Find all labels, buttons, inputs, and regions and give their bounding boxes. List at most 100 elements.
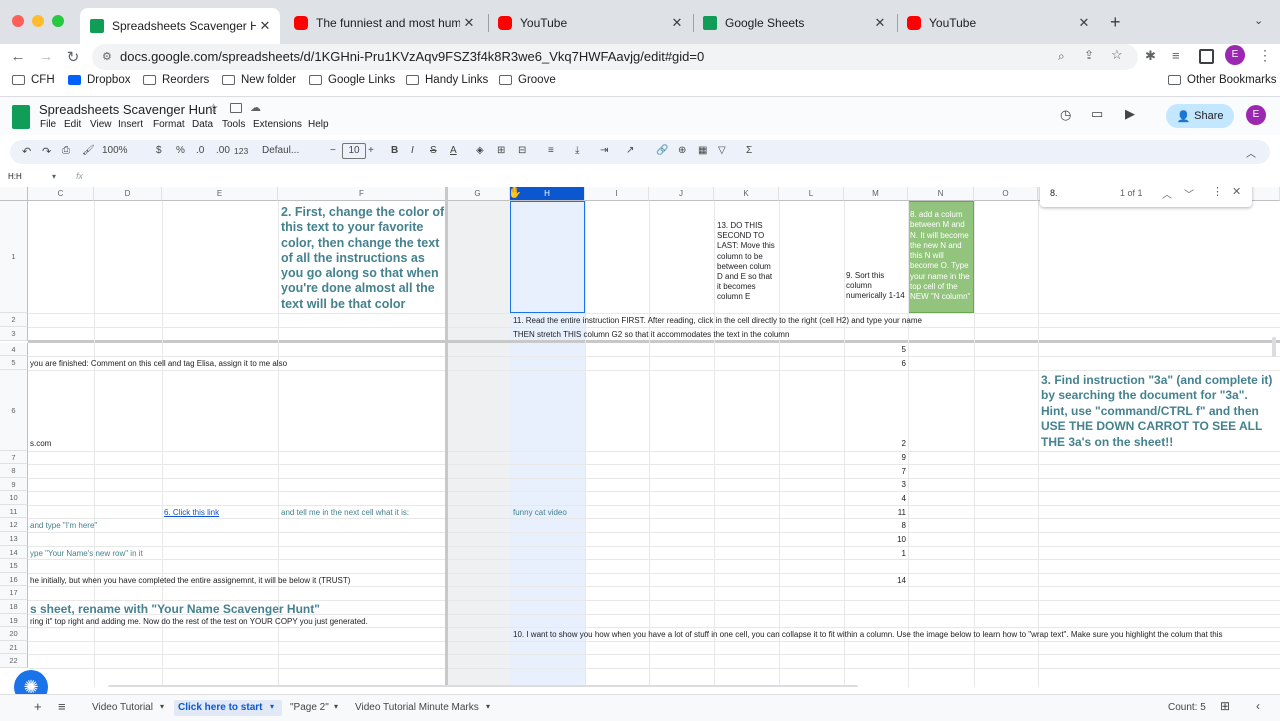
- cell-m5[interactable]: 6: [846, 359, 906, 368]
- align-vertical-icon[interactable]: ⤓: [575, 145, 579, 156]
- sheet-tab-click-here[interactable]: Click here to start: [174, 700, 283, 716]
- chevron-down-icon[interactable]: ▾: [486, 702, 490, 711]
- bookmark-handy-links[interactable]: Handy Links: [406, 74, 488, 86]
- cell-c6[interactable]: s.com: [30, 439, 51, 448]
- row-header-12[interactable]: 12: [0, 518, 28, 532]
- chevron-down-icon[interactable]: ▾: [270, 702, 274, 711]
- column-header-m[interactable]: M: [844, 187, 908, 201]
- row-header-21[interactable]: 21: [0, 641, 28, 654]
- profile-avatar[interactable]: E: [1225, 45, 1245, 65]
- site-info-icon[interactable]: ⚙: [102, 50, 112, 63]
- cell-m13[interactable]: 10: [846, 535, 906, 544]
- row-header-10[interactable]: 10: [0, 491, 28, 505]
- close-tab-icon[interactable]: ✕: [668, 15, 686, 31]
- vertical-scrollbar[interactable]: [1272, 337, 1276, 357]
- close-window-button[interactable]: [12, 15, 24, 27]
- menu-extensions[interactable]: Extensions: [253, 119, 302, 130]
- row-header-16[interactable]: 16: [0, 573, 28, 586]
- column-header-n[interactable]: N: [908, 187, 974, 201]
- cell-o6[interactable]: 3. Find instruction "3a" (and complete i…: [1041, 373, 1277, 450]
- url-text[interactable]: docs.google.com/spreadsheets/d/1KGHni-Pr…: [120, 49, 704, 64]
- bold-button[interactable]: B: [391, 145, 398, 156]
- merge-cells-icon[interactable]: ⊟: [518, 145, 526, 156]
- row-header-6[interactable]: 6: [0, 370, 28, 451]
- close-tab-icon[interactable]: ✕: [460, 15, 478, 31]
- decrease-decimal-button[interactable]: .0: [196, 145, 204, 156]
- cell-m7[interactable]: 9: [846, 453, 906, 462]
- name-box[interactable]: H:H: [8, 172, 22, 181]
- reload-icon[interactable]: ↻: [63, 48, 83, 66]
- text-rotation-icon[interactable]: ↗: [626, 145, 634, 156]
- column-header-i[interactable]: I: [585, 187, 649, 201]
- explore-panel-icon[interactable]: ⊞: [1220, 699, 1230, 713]
- meet-icon[interactable]: ▶: [1125, 106, 1135, 122]
- side-panel-icon[interactable]: [1199, 49, 1214, 64]
- row-header-15[interactable]: 15: [0, 559, 28, 573]
- cell-c19[interactable]: ring it" top right and adding me. Now do…: [30, 617, 368, 626]
- column-header-j[interactable]: J: [649, 187, 714, 201]
- cell-h3[interactable]: THEN stretch THIS column G2 so that it a…: [513, 330, 789, 339]
- more-options-icon[interactable]: ⋮: [1212, 187, 1223, 198]
- cell-m9[interactable]: 3: [846, 480, 906, 489]
- cell-m10[interactable]: 4: [846, 494, 906, 503]
- cell-n1[interactable]: 8. add a colum between M and N. It will …: [910, 210, 972, 311]
- zoom-window-button[interactable]: [52, 15, 64, 27]
- column-header-l[interactable]: L: [779, 187, 844, 201]
- close-find-icon[interactable]: ✕: [1232, 187, 1241, 198]
- row-header-1[interactable]: 1: [0, 201, 28, 313]
- row-header-3[interactable]: 3: [0, 327, 28, 341]
- currency-button[interactable]: $: [156, 145, 162, 156]
- all-sheets-icon[interactable]: ≡: [58, 699, 66, 714]
- cell-c16[interactable]: he initially, but when you have complete…: [30, 576, 350, 585]
- cell-c18[interactable]: s sheet, rename with "Your Name Scavenge…: [30, 602, 320, 616]
- filter-icon[interactable]: ▽: [718, 145, 726, 156]
- font-select[interactable]: Defaul...: [262, 145, 299, 156]
- menu-format[interactable]: Format: [153, 119, 185, 130]
- bookmark-google-links[interactable]: Google Links: [309, 74, 395, 86]
- row-header-9[interactable]: 9: [0, 478, 28, 491]
- chevron-left-icon[interactable]: ‹: [1256, 699, 1260, 713]
- insert-comment-icon[interactable]: ⊕: [678, 145, 686, 156]
- row-header-11[interactable]: 11: [0, 505, 28, 518]
- selection-count[interactable]: Count: 5: [1168, 702, 1206, 713]
- add-sheet-icon[interactable]: +: [34, 699, 42, 714]
- row-header-17[interactable]: 17: [0, 586, 28, 600]
- cell-m14[interactable]: 1: [846, 549, 906, 558]
- cell-m8[interactable]: 7: [846, 467, 906, 476]
- menu-help[interactable]: Help: [308, 119, 329, 130]
- cell-e11-link[interactable]: 6. Click this link: [164, 508, 219, 517]
- functions-button[interactable]: Σ: [746, 145, 752, 156]
- select-all-corner[interactable]: [0, 187, 28, 201]
- percent-button[interactable]: %: [176, 145, 185, 156]
- row-header-19[interactable]: 19: [0, 614, 28, 627]
- borders-icon[interactable]: ⊞: [497, 145, 505, 156]
- align-horizontal-icon[interactable]: ≡: [548, 145, 554, 156]
- column-header-k[interactable]: K: [714, 187, 779, 201]
- row-header-18[interactable]: 18: [0, 600, 28, 614]
- frozen-column-divider[interactable]: [445, 187, 448, 687]
- version-history-icon[interactable]: ◷: [1060, 107, 1071, 123]
- cell-m16[interactable]: 14: [846, 576, 906, 585]
- new-tab-button[interactable]: +: [1110, 12, 1121, 33]
- horizontal-scrollbar[interactable]: [108, 685, 858, 687]
- cell-m6[interactable]: 2: [846, 439, 906, 448]
- browser-menu-icon[interactable]: ⋮: [1258, 47, 1272, 64]
- bookmark-groove[interactable]: Groove: [499, 74, 556, 86]
- browser-tab-funniest[interactable]: The funniest and most humoro ✕: [284, 8, 484, 38]
- cell-f11[interactable]: and tell me in the next cell what it is:: [281, 508, 409, 517]
- close-tab-icon[interactable]: ✕: [1075, 15, 1093, 31]
- chevron-down-icon[interactable]: ﹀: [1184, 187, 1194, 201]
- sheet-tab-minute-marks[interactable]: Video Tutorial Minute Marks: [351, 700, 483, 716]
- cell-m4[interactable]: 5: [846, 345, 906, 354]
- browser-tab-scavenger-hunt[interactable]: Spreadsheets Scavenger Hunt ✕: [80, 8, 280, 44]
- number-format-button[interactable]: 123: [234, 146, 248, 156]
- row-header-5[interactable]: 5: [0, 356, 28, 370]
- text-color-button[interactable]: A: [450, 145, 457, 156]
- browser-tab-google-sheets[interactable]: Google Sheets ✕: [693, 8, 895, 38]
- column-header-g[interactable]: G: [446, 187, 510, 201]
- menu-file[interactable]: File: [40, 119, 56, 130]
- forward-icon[interactable]: →: [36, 48, 56, 65]
- cell-c5[interactable]: you are finished: Comment on this cell a…: [30, 359, 287, 368]
- browser-tab-youtube-2[interactable]: YouTube ✕: [897, 8, 1099, 38]
- row-header-4[interactable]: 4: [0, 343, 28, 356]
